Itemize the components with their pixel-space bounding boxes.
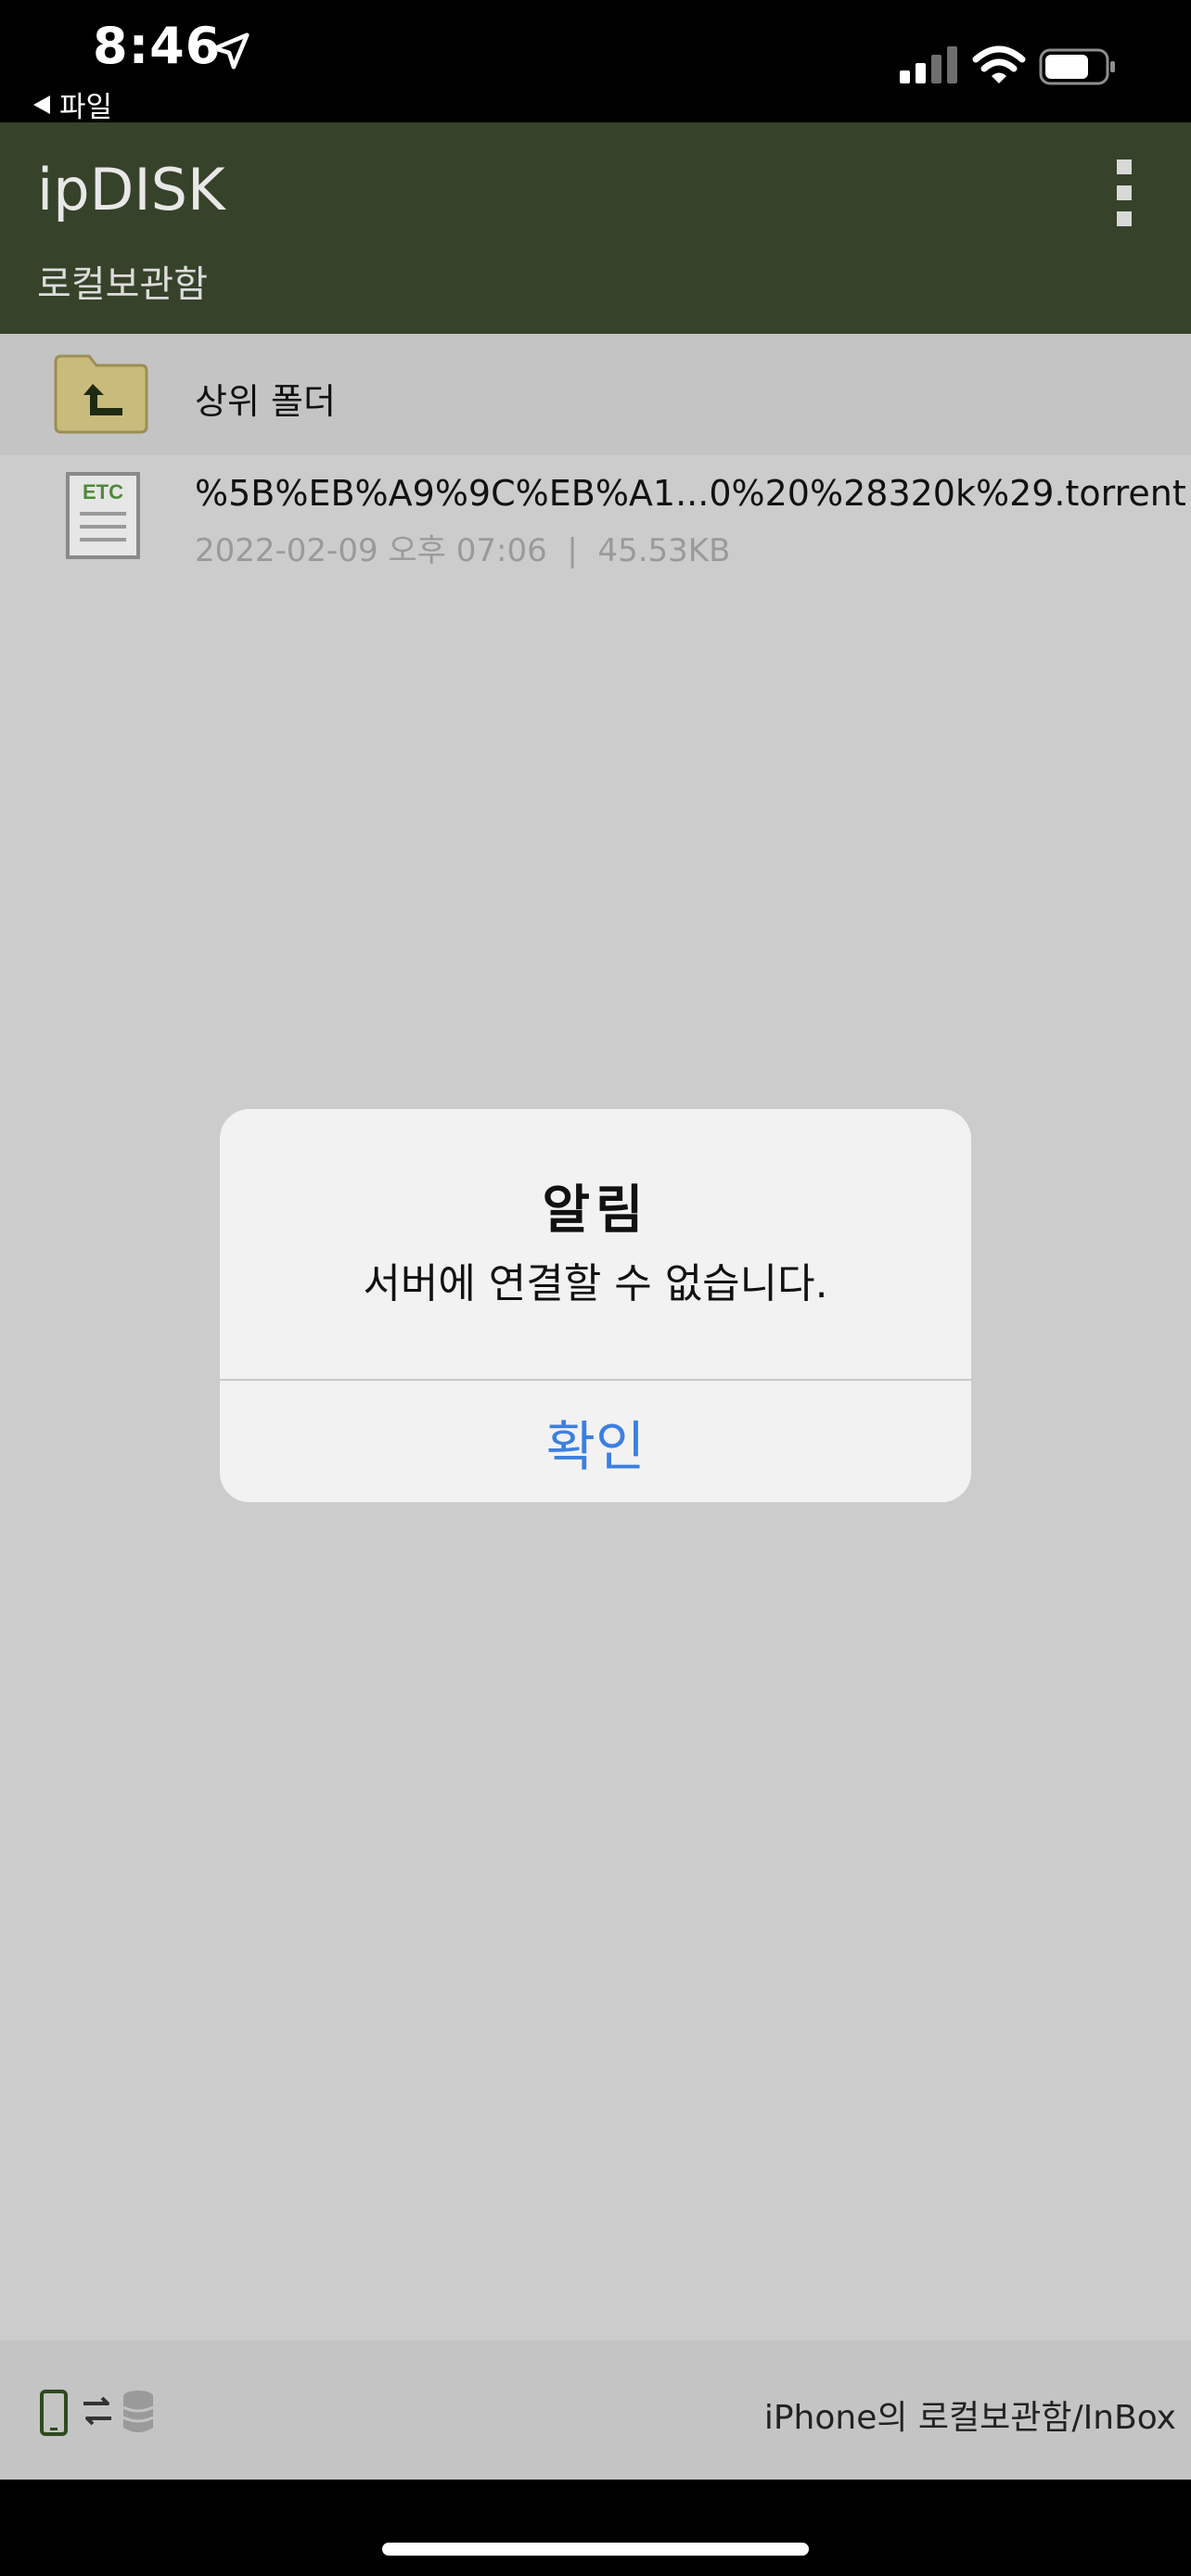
back-to-files-link[interactable]: 파일 xyxy=(33,83,112,125)
app-subtitle: 로컬보관함 xyxy=(37,263,208,306)
back-link-label: 파일 xyxy=(59,91,113,124)
transfer-arrows-icon[interactable] xyxy=(82,2392,113,2429)
home-indicator[interactable] xyxy=(382,2543,809,2556)
battery-icon xyxy=(1039,48,1115,85)
alert-title: 알림 xyxy=(542,1180,649,1241)
database-icon[interactable] xyxy=(121,2389,156,2435)
etc-file-icon: ETC xyxy=(66,472,140,559)
app-header: ipDISK 로컬보관함 xyxy=(0,122,1191,334)
folder-up-icon xyxy=(54,354,148,434)
location-arrow-icon xyxy=(212,32,250,70)
parent-folder-row[interactable]: 상위 폴더 xyxy=(0,334,1191,455)
cellular-signal-icon xyxy=(900,46,957,83)
parent-folder-label: 상위 폴더 xyxy=(195,381,336,422)
phone-icon[interactable] xyxy=(39,2389,69,2437)
current-path: iPhone의 로컬보관함/InBox xyxy=(763,2399,1176,2437)
alert-message: 서버에 연결할 수 없습니다. xyxy=(363,1260,828,1307)
confirm-button[interactable]: 확인 xyxy=(220,1381,971,1502)
bottom-bar: iPhone의 로컬보관함/InBox xyxy=(0,2340,1191,2480)
more-vertical-icon[interactable] xyxy=(1104,156,1145,230)
home-area xyxy=(0,2480,1191,2576)
back-arrow-icon xyxy=(33,95,50,114)
alert-dialog: 알림 서버에 연결할 수 없습니다. 확인 xyxy=(220,1109,971,1502)
status-time: 8:46 xyxy=(93,17,222,75)
wifi-icon xyxy=(972,45,1026,83)
file-meta: 2022-02-09 오후 07:06 | 45.53KB xyxy=(195,532,731,569)
app-title: ipDISK xyxy=(37,156,225,223)
etc-icon-label: ETC xyxy=(83,480,123,504)
file-name[interactable]: %5B%EB%A9%9C%EB%A1...0%20%28320k%29.torr… xyxy=(195,473,1186,514)
status-bar: 8:46 파일 xyxy=(0,0,1191,125)
